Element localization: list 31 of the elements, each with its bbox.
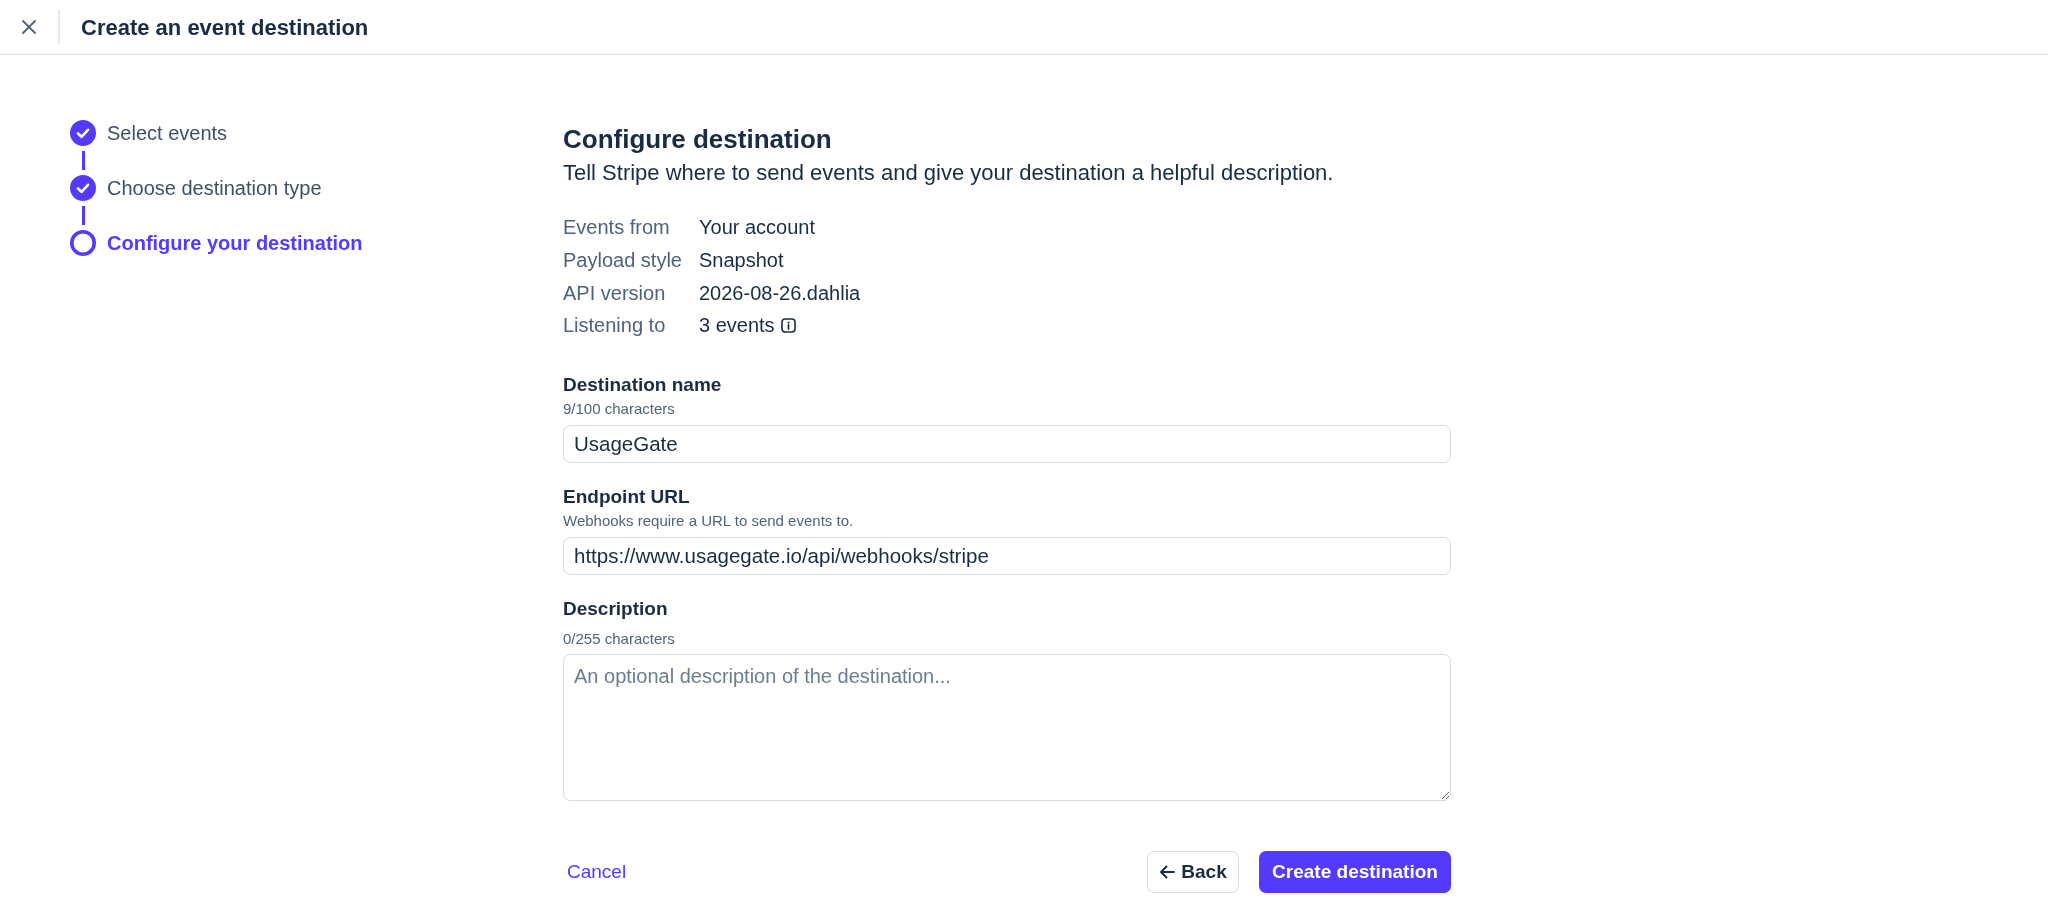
info-icon[interactable] bbox=[780, 317, 796, 333]
step-connector bbox=[82, 206, 85, 225]
summary-label: Events from bbox=[563, 215, 671, 241]
close-icon[interactable] bbox=[21, 19, 37, 35]
section-description: Tell Stripe where to send events and give your destination a helpful description. bbox=[563, 159, 1335, 187]
summary-value: 3 events bbox=[699, 313, 775, 339]
text-input-field[interactable]: https://www.usagegate.io/api/webhooks/stripe bbox=[563, 536, 1451, 575]
summary-label: Payload style bbox=[563, 248, 683, 274]
create-destination-button[interactable]: Create destination bbox=[1259, 850, 1451, 893]
field-label: Endpoint URL bbox=[563, 484, 691, 509]
step-label: Choose destination type bbox=[107, 176, 322, 201]
step-label: Configure your destination bbox=[107, 231, 363, 256]
step-label: Select events bbox=[107, 121, 228, 146]
summary-value: 2026-08-26.dahlia bbox=[699, 280, 861, 306]
field-label: Destination name bbox=[563, 372, 723, 397]
field-label: Description bbox=[563, 596, 669, 621]
text-input-field[interactable]: UsageGate bbox=[563, 424, 1451, 463]
page-title: Create an event destination bbox=[81, 13, 369, 42]
field-hint: Webhooks require a URL to send events to. bbox=[563, 510, 855, 531]
left-arrow-icon bbox=[1159, 864, 1176, 879]
summary-label: Listening to bbox=[563, 313, 667, 339]
description-textarea-field[interactable]: An optional description of the destination... bbox=[563, 653, 1451, 801]
field-hint: 9/100 characters bbox=[563, 398, 676, 419]
summary-value: Your account bbox=[699, 215, 815, 241]
cancel-link[interactable]: Cancel bbox=[567, 857, 627, 886]
step-connector bbox=[82, 151, 85, 170]
summary-label: API version bbox=[563, 280, 667, 306]
back-button[interactable]: Back bbox=[1147, 850, 1239, 893]
section-heading: Configure destination bbox=[563, 123, 833, 155]
field-hint: 0/255 characters bbox=[563, 628, 676, 649]
summary-value: Snapshot bbox=[699, 248, 784, 274]
